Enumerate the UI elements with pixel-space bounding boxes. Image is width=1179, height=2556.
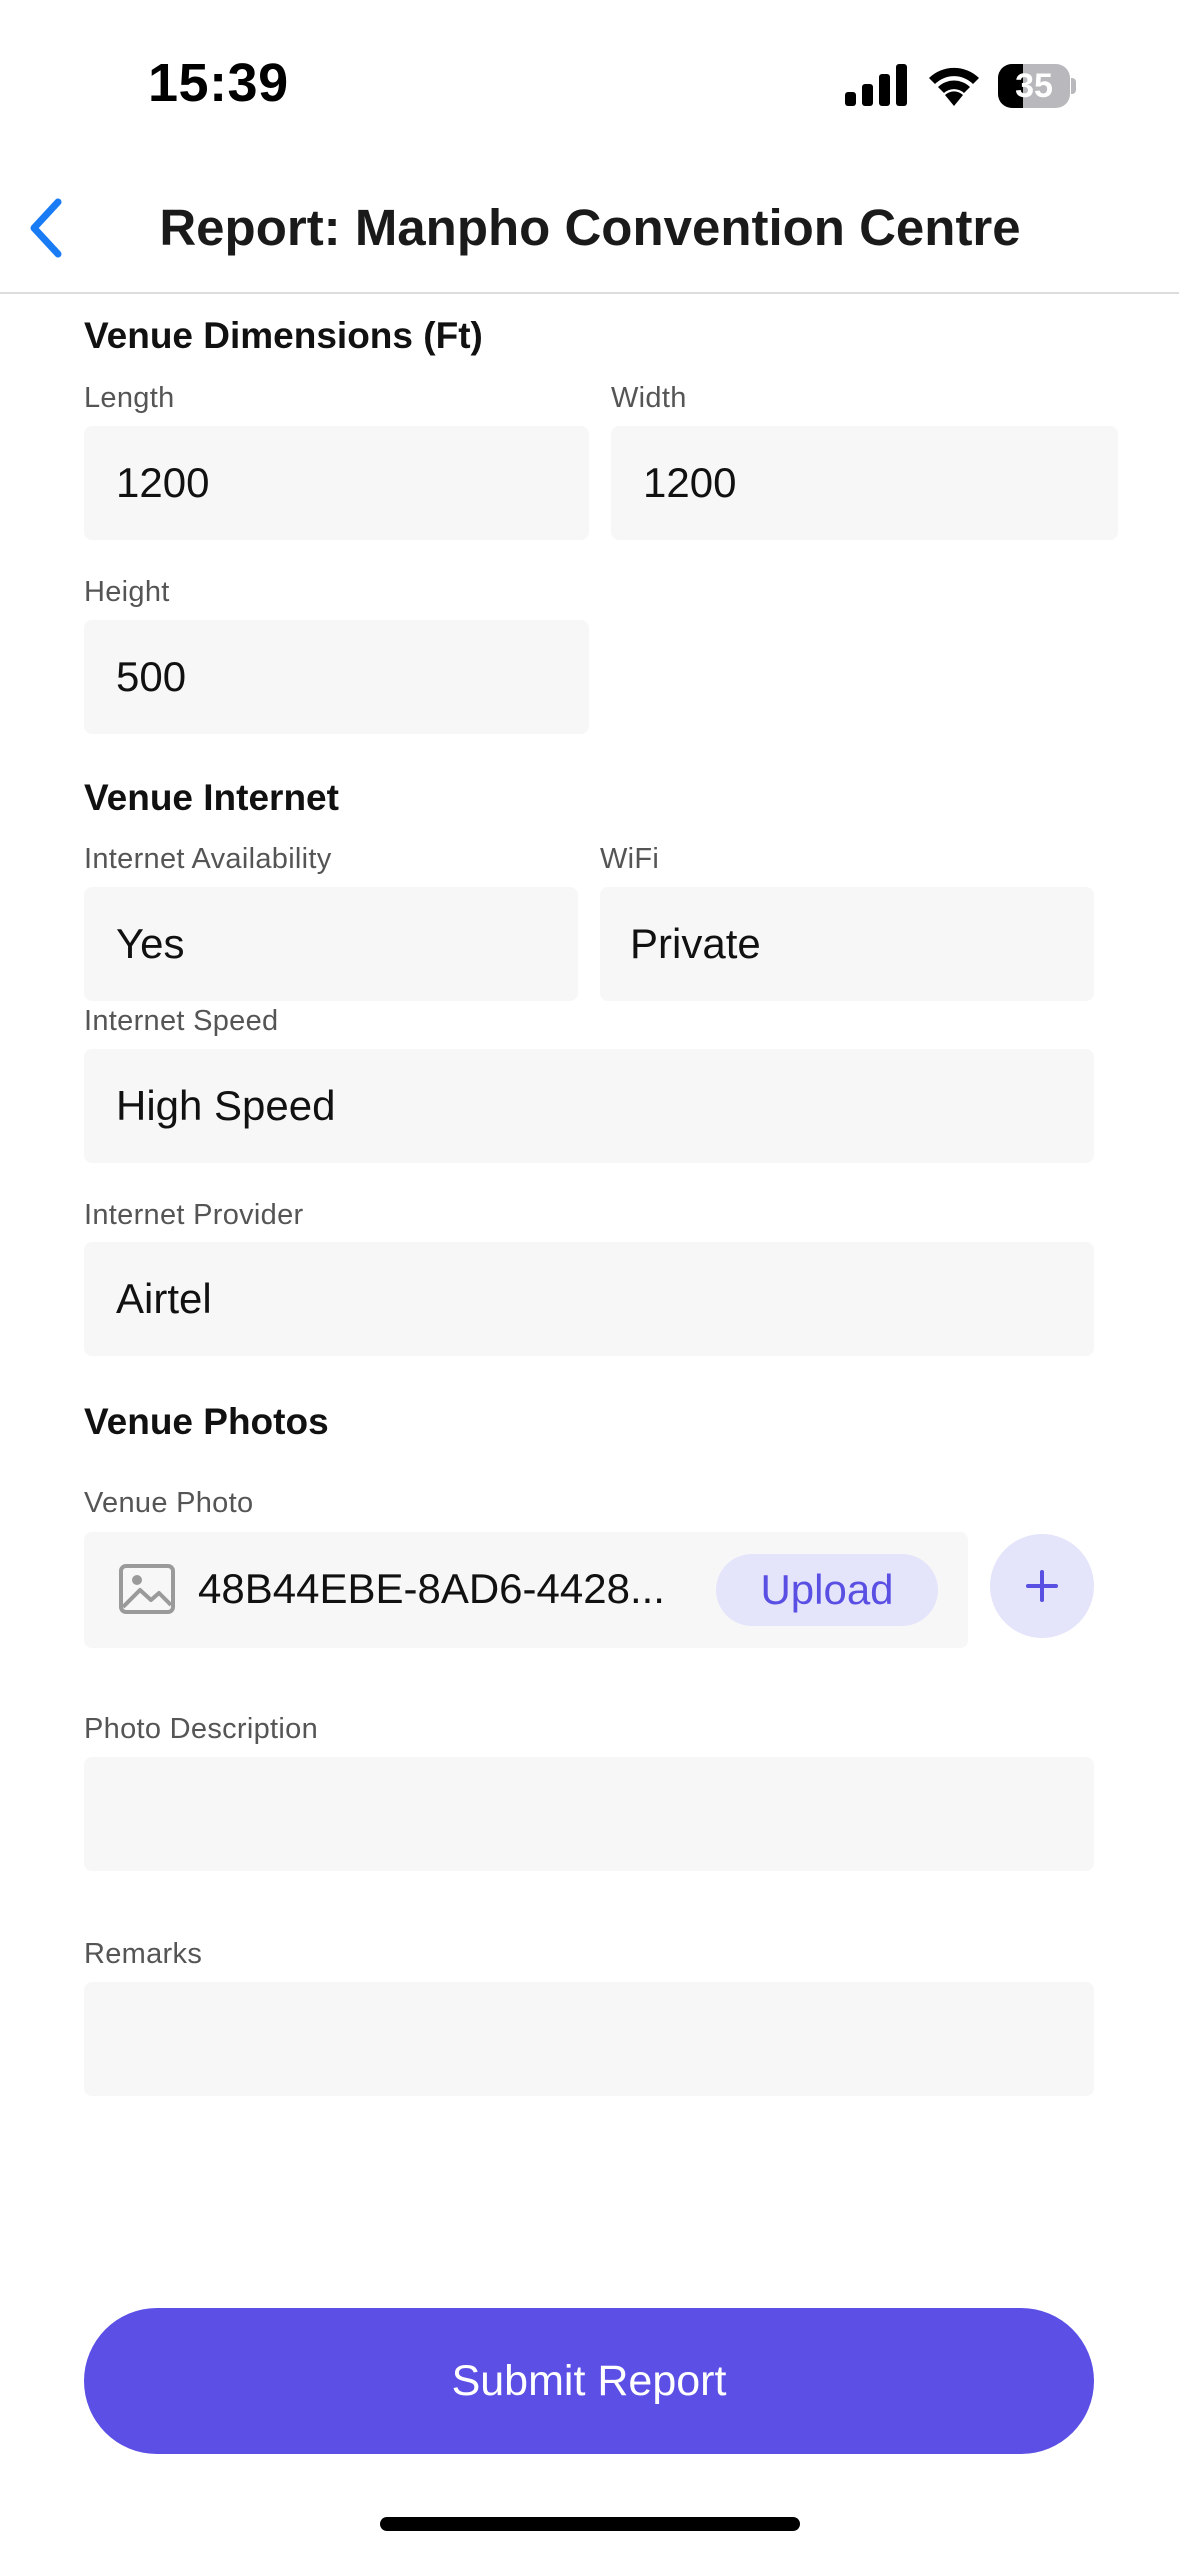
height-input[interactable]: 500: [84, 620, 589, 734]
height-label: Height: [84, 576, 170, 608]
photo-filename: 48B44EBE-8AD6-4428...: [198, 1565, 665, 1612]
remarks-label: Remarks: [84, 1938, 203, 1970]
internet-availability-select[interactable]: Yes: [84, 887, 578, 1001]
section-title-dimensions: Venue Dimensions (Ft): [84, 315, 483, 356]
venue-photo-label: Venue Photo: [84, 1487, 254, 1519]
battery-icon: 35: [998, 64, 1076, 108]
status-time: 15:39: [148, 53, 289, 113]
section-title-photos: Venue Photos: [84, 1401, 329, 1442]
plus-icon: [1026, 1570, 1058, 1602]
cellular-signal-icon: [845, 64, 907, 106]
wifi-select[interactable]: Private: [600, 887, 1094, 1001]
internet-speed-label: Internet Speed: [84, 1005, 279, 1037]
remarks-input[interactable]: [84, 1982, 1094, 2096]
wifi-icon: [929, 67, 979, 106]
back-button[interactable]: [18, 190, 78, 266]
section-title-internet: Venue Internet: [84, 777, 339, 818]
internet-provider-input[interactable]: Airtel: [84, 1242, 1094, 1356]
width-input[interactable]: 1200: [611, 426, 1118, 540]
battery-level-text: 35: [1015, 67, 1053, 105]
wifi-label: WiFi: [600, 843, 660, 875]
image-icon: [119, 1564, 175, 1614]
page-title: Report: Manpho Convention Centre: [159, 199, 1021, 256]
internet-availability-label: Internet Availability: [84, 843, 332, 875]
submit-report-button[interactable]: Submit Report: [84, 2308, 1094, 2454]
photo-description-input[interactable]: [84, 1757, 1094, 1871]
width-label: Width: [611, 382, 687, 414]
chevron-left-icon: [30, 198, 62, 258]
internet-speed-select[interactable]: High Speed: [84, 1049, 1094, 1163]
add-photo-button[interactable]: [990, 1534, 1094, 1638]
length-input[interactable]: 1200: [84, 426, 589, 540]
internet-provider-label: Internet Provider: [84, 1199, 304, 1231]
upload-button[interactable]: Upload: [716, 1554, 938, 1626]
length-label: Length: [84, 382, 175, 414]
home-indicator: [380, 2517, 800, 2531]
nav-divider: [0, 292, 1179, 294]
photo-description-label: Photo Description: [84, 1713, 318, 1745]
